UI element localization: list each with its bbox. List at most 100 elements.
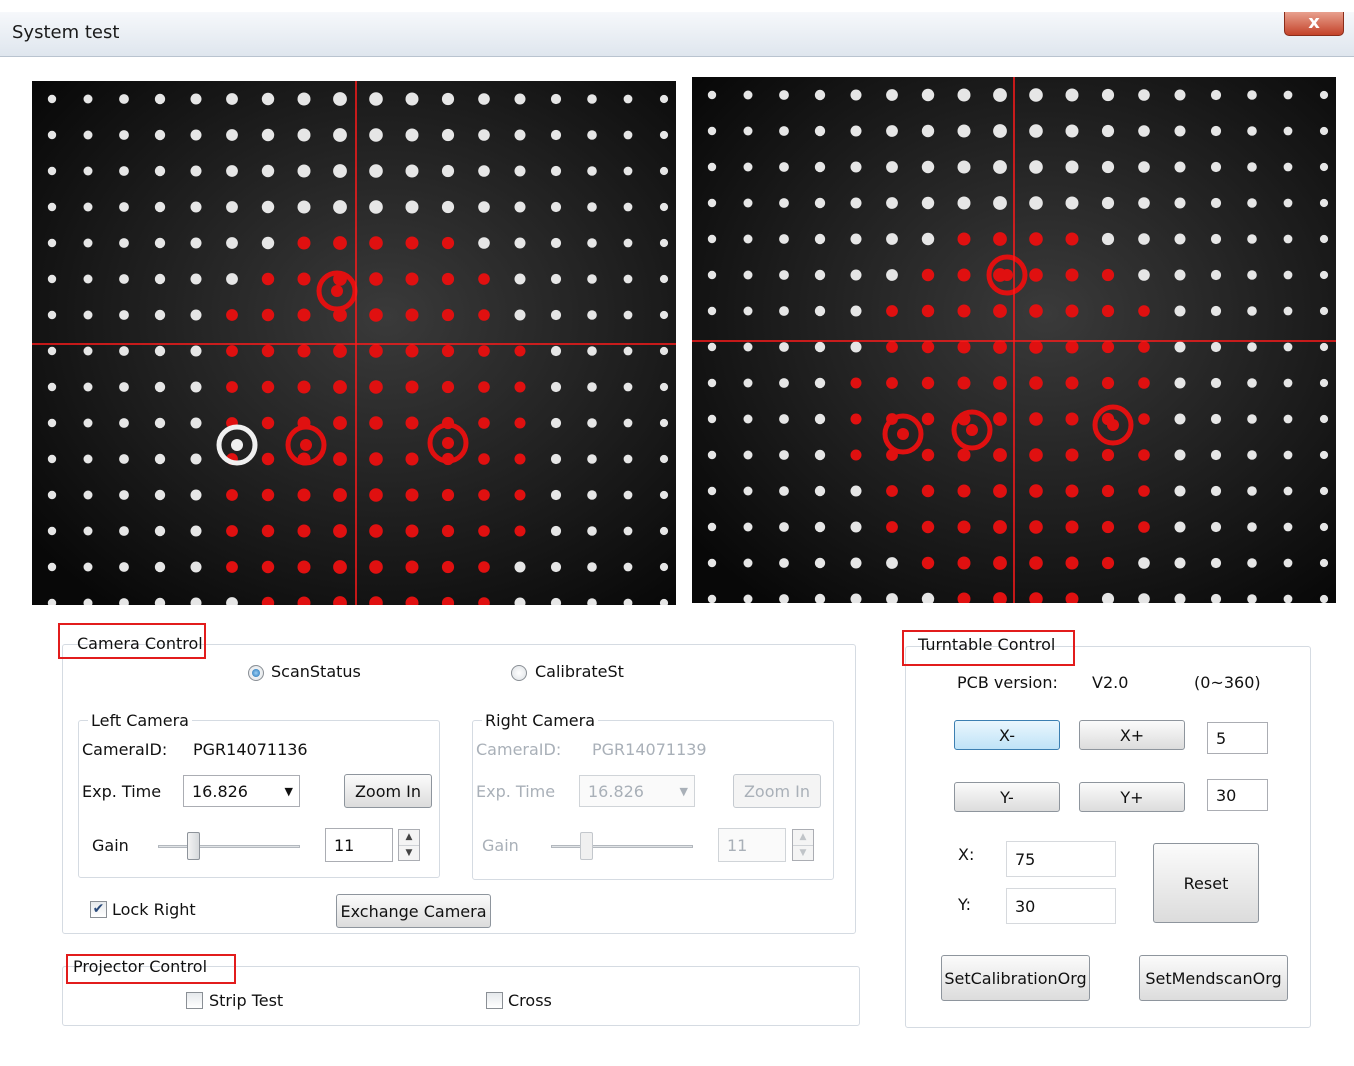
calibration-dot xyxy=(1319,342,1329,352)
calibration-dot xyxy=(514,453,526,465)
set-calibration-org-button[interactable]: SetCalibrationOrg xyxy=(941,955,1090,1001)
left-gain-slider-track[interactable] xyxy=(158,845,300,848)
calibration-dot xyxy=(743,306,753,316)
right-exp-time-select[interactable]: 16.826 ▼ xyxy=(579,775,695,807)
calibration-dot xyxy=(707,450,717,460)
calibration-dot xyxy=(405,272,419,286)
calibration-dot xyxy=(83,238,93,248)
spin-up-icon[interactable]: ▲ xyxy=(793,830,813,846)
calibration-dot xyxy=(1065,160,1079,174)
chevron-down-icon[interactable]: ▼ xyxy=(680,776,688,806)
calibration-dot xyxy=(1283,378,1293,388)
calibration-dot xyxy=(405,560,419,574)
calibration-dot xyxy=(1247,162,1257,172)
right-gain-input[interactable]: 11 xyxy=(718,828,786,862)
calibration-dot xyxy=(850,197,862,209)
calibration-dot xyxy=(814,305,826,317)
calibration-dot xyxy=(226,381,238,393)
spin-up-icon[interactable]: ▲ xyxy=(399,830,419,846)
calibration-dot xyxy=(261,200,275,214)
calibration-dot xyxy=(514,417,526,429)
calibration-dot xyxy=(478,93,490,105)
calibration-dot xyxy=(83,418,93,428)
calibration-dot xyxy=(1247,414,1257,424)
reset-button[interactable]: Reset xyxy=(1153,843,1259,923)
calibration-dot xyxy=(743,342,753,352)
lock-right-label[interactable]: Lock Right xyxy=(112,900,196,919)
calibration-dot xyxy=(47,274,57,284)
calibration-dot xyxy=(707,594,717,603)
right-gain-slider-thumb[interactable] xyxy=(580,832,593,860)
x-plus-button[interactable]: X+ xyxy=(1079,720,1185,750)
calibratest-radio[interactable] xyxy=(511,665,527,681)
calibration-dot xyxy=(1210,413,1222,425)
calibration-dot xyxy=(1065,340,1079,354)
pcb-version-value: V2.0 xyxy=(1092,673,1129,692)
calibration-dot xyxy=(83,526,93,536)
strip-test-checkbox[interactable] xyxy=(186,992,203,1009)
calibration-dot xyxy=(154,561,166,573)
window-title: System test xyxy=(12,22,120,43)
left-exp-time-select[interactable]: 16.826 ▼ xyxy=(183,775,300,807)
y-plus-button[interactable]: Y+ xyxy=(1079,782,1185,812)
calibration-dot xyxy=(743,198,753,208)
calibration-dot xyxy=(587,238,597,248)
cross-label[interactable]: Cross xyxy=(508,991,552,1010)
calibration-dot xyxy=(743,162,753,172)
calibration-dot xyxy=(190,381,202,393)
calibration-dot xyxy=(993,340,1007,354)
set-mendscan-org-button[interactable]: SetMendscanOrg xyxy=(1139,955,1288,1001)
calibration-dot xyxy=(333,524,347,538)
calibration-dot xyxy=(478,237,490,249)
left-gain-slider-thumb[interactable] xyxy=(187,832,200,860)
calibration-dot xyxy=(550,561,562,573)
calibration-dot xyxy=(47,526,57,536)
scanstatus-radio[interactable] xyxy=(248,665,264,681)
calibration-dot xyxy=(587,166,597,176)
calibration-dot xyxy=(154,381,166,393)
lock-right-checkbox[interactable]: ✔ xyxy=(90,901,107,918)
cross-checkbox[interactable] xyxy=(486,992,503,1009)
calibration-dot xyxy=(405,236,419,250)
calibration-dot xyxy=(1319,306,1329,316)
calibration-dot xyxy=(369,416,383,430)
right-camera-view xyxy=(692,77,1336,603)
right-gain-slider-track[interactable] xyxy=(551,845,693,848)
left-gain-input[interactable]: 11 xyxy=(325,828,393,862)
calibration-dot xyxy=(850,161,862,173)
calibration-dot xyxy=(1065,88,1079,102)
right-zoom-in-button[interactable]: Zoom In xyxy=(733,774,821,808)
calibration-dot xyxy=(659,274,669,284)
calibration-dot xyxy=(1029,376,1043,390)
x-step-input[interactable]: 5 xyxy=(1207,722,1268,754)
y-step-input[interactable]: 30 xyxy=(1207,779,1268,811)
calibration-dot xyxy=(83,130,93,140)
left-zoom-in-button[interactable]: Zoom In xyxy=(344,774,432,808)
calibration-dot xyxy=(478,129,490,141)
calibration-dot xyxy=(587,418,597,428)
calibration-dot xyxy=(743,522,753,532)
calibration-dot xyxy=(659,454,669,464)
right-camera-id-label: CameraID: xyxy=(476,740,562,759)
calibration-dot xyxy=(1247,198,1257,208)
right-gain-spinner[interactable]: ▲ ▼ xyxy=(792,829,814,861)
left-gain-spinner[interactable]: ▲ ▼ xyxy=(398,829,420,861)
right-gain-label: Gain xyxy=(482,836,519,855)
calibration-dot xyxy=(514,489,526,501)
calibratest-label[interactable]: CalibrateSt xyxy=(535,662,624,681)
x-minus-button[interactable]: X- xyxy=(954,720,1060,750)
calibration-dot xyxy=(261,92,275,106)
y-minus-button[interactable]: Y- xyxy=(954,782,1060,812)
exchange-camera-button[interactable]: Exchange Camera xyxy=(336,894,491,928)
spin-down-icon[interactable]: ▼ xyxy=(399,846,419,861)
close-button[interactable]: x xyxy=(1284,12,1344,36)
strip-test-label[interactable]: Strip Test xyxy=(209,991,283,1010)
chevron-down-icon[interactable]: ▼ xyxy=(285,776,293,806)
spin-down-icon[interactable]: ▼ xyxy=(793,846,813,861)
calibration-dot xyxy=(1283,90,1293,100)
scanstatus-label[interactable]: ScanStatus xyxy=(271,662,361,681)
calibration-dot xyxy=(83,346,93,356)
calibration-dot xyxy=(587,382,597,392)
calibration-dot xyxy=(47,454,57,464)
calibration-dot xyxy=(369,344,383,358)
